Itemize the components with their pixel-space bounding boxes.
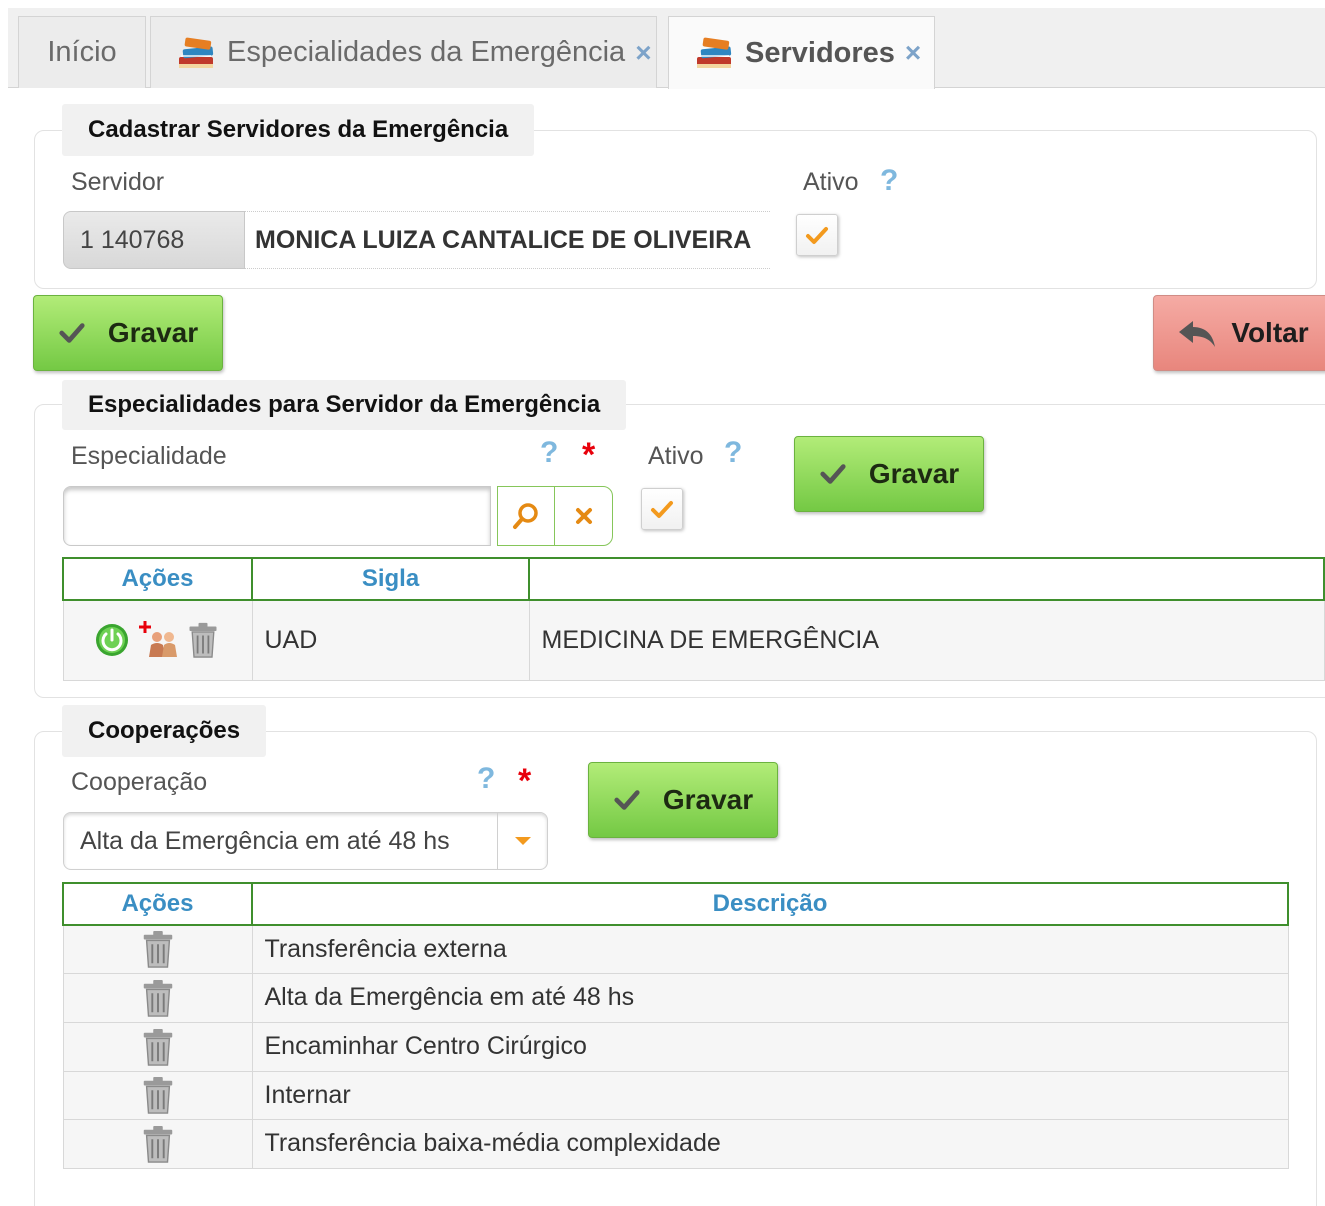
table-row: Encaminhar Centro Cirúrgico (62, 1021, 1289, 1072)
check-icon (58, 319, 86, 347)
check-icon (647, 494, 677, 524)
trash-icon[interactable] (139, 1026, 177, 1068)
dropdown-arrow-icon (514, 837, 531, 845)
clear-button[interactable] (555, 487, 612, 545)
close-icon[interactable]: × (905, 37, 921, 69)
servidor-code-field[interactable]: 1 140768 (63, 211, 245, 269)
required-icon: * (518, 762, 532, 800)
cooperacao-select[interactable]: Alta da Emergência em até 48 hs (63, 812, 548, 870)
actions-cell (62, 972, 253, 1023)
cooperacoes-legend: Cooperações (62, 705, 267, 757)
descricao-cell: Encaminhar Centro Cirúrgico (251, 1021, 1289, 1072)
especialidades-legend: Especialidades para Servidor da Emergênc… (62, 380, 627, 430)
required-icon: * (582, 436, 596, 474)
help-icon[interactable]: ? (880, 164, 898, 198)
col-acoes[interactable]: Ações (62, 882, 253, 926)
check-icon (819, 460, 847, 488)
books-icon (175, 33, 219, 73)
help-icon[interactable]: ? (724, 436, 742, 470)
ativo-label: Ativo (803, 168, 859, 196)
search-icon (513, 503, 538, 529)
table-row: Transferência externa (62, 924, 1289, 974)
trash-icon[interactable] (139, 1074, 177, 1116)
check-icon (613, 786, 641, 814)
cooperacao-label: Cooperação (71, 768, 208, 796)
table-row: Alta da Emergência em até 48 hs (62, 972, 1289, 1023)
especialidades-table: Ações Sigla UAD MEDICINA DE EMERGÊNCIA (62, 557, 1325, 681)
col-descricao[interactable]: Descrição (251, 882, 1289, 926)
servidor-label: Servidor (71, 168, 165, 196)
actions-cell (62, 1070, 253, 1120)
descricao-cell: Internar (251, 1070, 1289, 1120)
trash-icon[interactable] (139, 928, 177, 970)
col-acoes[interactable]: Ações (62, 557, 253, 601)
col-sigla[interactable]: Sigla (251, 557, 530, 601)
books-icon (693, 33, 737, 73)
gravar-cooperacao-button[interactable]: Gravar (588, 762, 778, 838)
actions-cell (62, 599, 253, 681)
voltar-button[interactable]: Voltar (1153, 295, 1325, 371)
check-icon (802, 220, 832, 250)
gravar-servidor-button[interactable]: Gravar (33, 295, 223, 371)
power-icon[interactable] (94, 622, 130, 658)
tab-inicio[interactable]: Início (18, 16, 146, 88)
descricao-cell: Alta da Emergência em até 48 hs (251, 972, 1289, 1023)
tab-especialidades-label: Especialidades da Emergência (227, 36, 626, 68)
especialidade-lookup (497, 486, 613, 546)
add-users-icon[interactable] (137, 619, 179, 661)
col-descricao[interactable] (528, 557, 1325, 601)
cooperacoes-table: Ações Descrição Transferência externa Al… (62, 882, 1289, 1169)
search-button[interactable] (498, 487, 556, 545)
cadastro-legend: Cadastrar Servidores da Emergência (62, 104, 535, 156)
table-row: Transferência baixa-média complexidade (62, 1118, 1289, 1169)
actions-cell (62, 1021, 253, 1072)
gravar-label: Gravar (868, 458, 960, 489)
tab-especialidades[interactable]: Especialidades da Emergência × (150, 16, 657, 88)
help-icon[interactable]: ? (540, 436, 558, 470)
descricao-cell: Transferência externa (251, 924, 1289, 974)
gravar-especialidade-button[interactable]: Gravar (794, 436, 984, 512)
descricao-cell: Transferência baixa-média complexidade (251, 1118, 1289, 1169)
table-row: UAD MEDICINA DE EMERGÊNCIA (62, 599, 1325, 681)
ativo-checkbox[interactable] (796, 214, 838, 256)
voltar-label: Voltar (1231, 317, 1309, 348)
especialidade-label: Especialidade (71, 442, 227, 470)
cooperacao-selected: Alta da Emergência em até 48 hs (80, 826, 450, 855)
trash-icon[interactable] (139, 977, 177, 1019)
help-icon[interactable]: ? (477, 762, 495, 796)
tab-inicio-label: Início (47, 36, 117, 68)
descricao-cell: MEDICINA DE EMERGÊNCIA (528, 599, 1325, 681)
trash-icon[interactable] (139, 1123, 177, 1165)
tab-bar: Início Especialidades da Emergência × Se… (8, 8, 1325, 89)
esp-ativo-checkbox[interactable] (641, 488, 683, 530)
esp-ativo-label: Ativo (648, 442, 704, 470)
tab-servidores[interactable]: Servidores × (668, 16, 935, 89)
gravar-label: Gravar (662, 784, 754, 815)
gravar-label: Gravar (107, 317, 199, 348)
back-arrow-icon (1179, 321, 1216, 347)
actions-cell (62, 1118, 253, 1169)
sigla-cell: UAD (251, 599, 530, 681)
clear-icon (575, 508, 592, 524)
dropdown-arrow-button[interactable] (497, 813, 547, 869)
trash-icon[interactable] (185, 620, 221, 660)
table-row: Internar (62, 1070, 1289, 1120)
especialidade-input[interactable] (63, 486, 491, 546)
tab-servidores-label: Servidores (745, 36, 895, 69)
actions-cell (62, 924, 253, 974)
servidor-name-field: MONICA LUIZA CANTALICE DE OLIVEIRA (245, 211, 770, 269)
close-icon[interactable]: × (635, 37, 651, 69)
